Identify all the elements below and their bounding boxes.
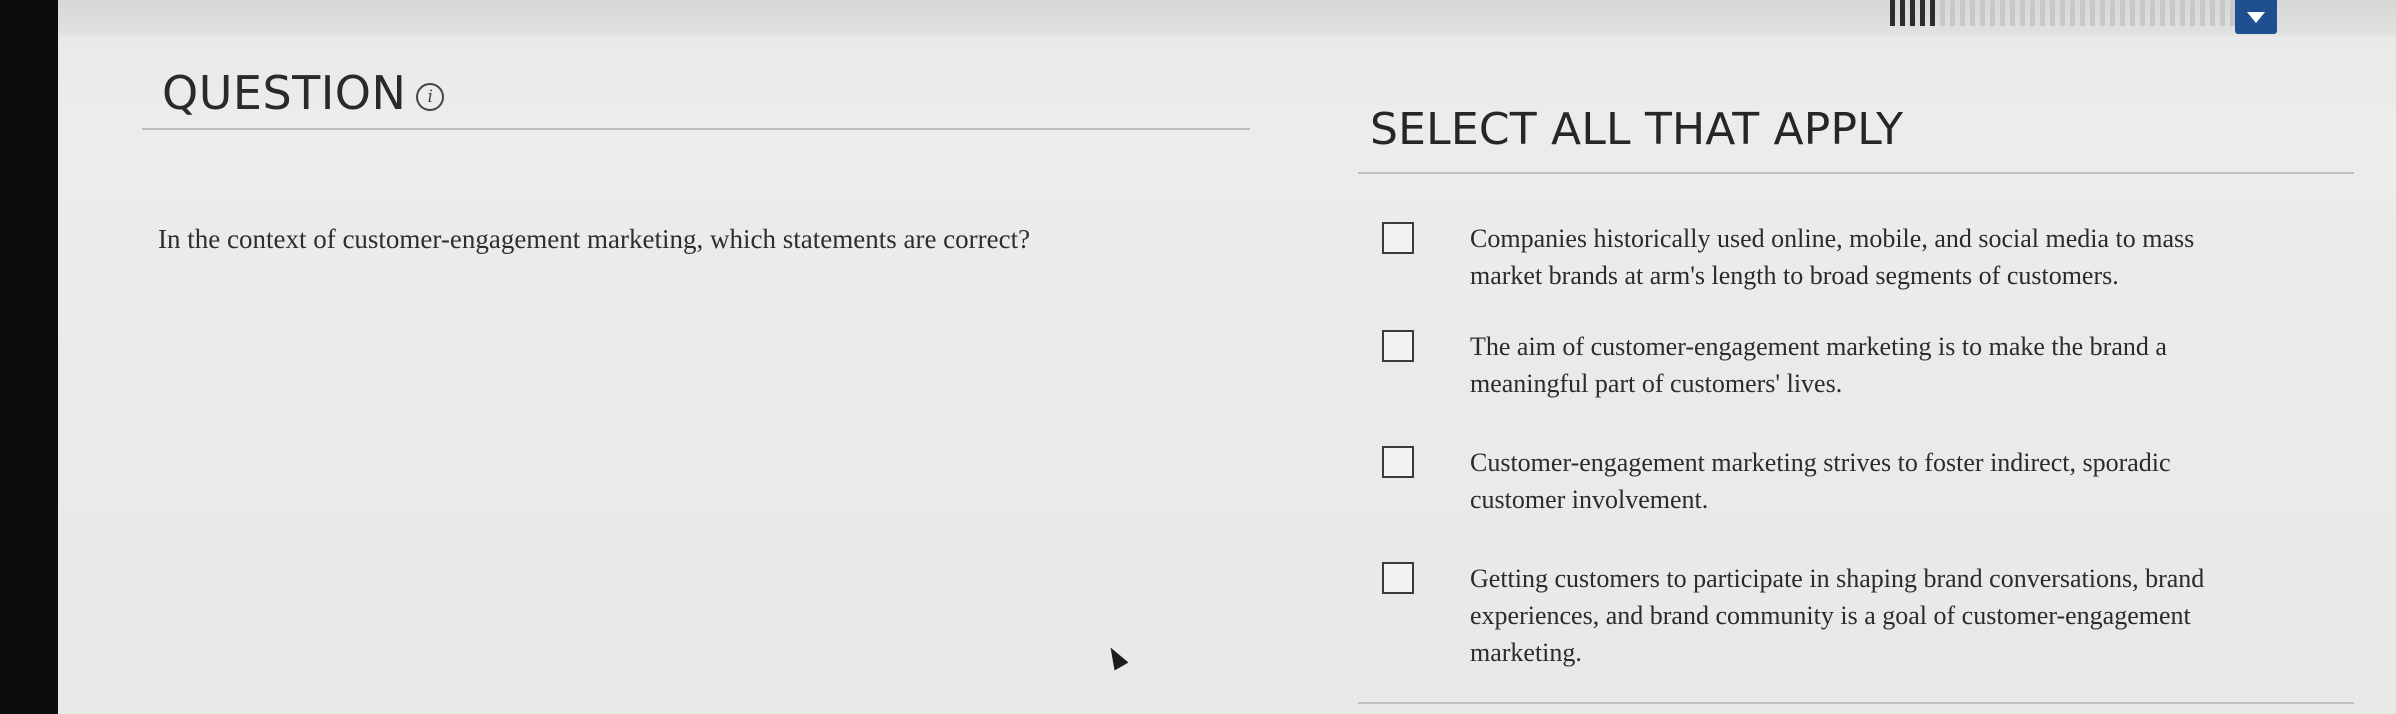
question-divider xyxy=(142,128,1250,130)
chevron-down-icon xyxy=(2247,11,2265,23)
progress-tick xyxy=(2120,0,2125,26)
progress-tick xyxy=(2020,0,2025,26)
progress-tick xyxy=(2110,0,2115,26)
progress-tick xyxy=(2030,0,2035,26)
progress-tick xyxy=(1940,0,1945,26)
dropdown-button[interactable] xyxy=(2235,0,2277,34)
progress-tick xyxy=(2000,0,2005,26)
select-all-heading: SELECT ALL THAT APPLY xyxy=(1370,104,1904,155)
progress-tick-complete xyxy=(1910,0,1915,26)
progress-tick xyxy=(2170,0,2175,26)
progress-tick xyxy=(1990,0,1995,26)
answer-label[interactable]: Customer-engagement marketing strives to… xyxy=(1470,444,2270,518)
progress-tick xyxy=(2100,0,2105,26)
answer-label[interactable]: Companies historically used online, mobi… xyxy=(1470,220,2270,294)
mouse-cursor-icon xyxy=(1103,643,1129,671)
info-icon[interactable]: i xyxy=(416,83,445,111)
progress-tick xyxy=(2160,0,2165,26)
progress-tick xyxy=(2190,0,2195,26)
progress-tick xyxy=(2040,0,2045,26)
top-bar xyxy=(58,0,2396,36)
progress-tick xyxy=(2140,0,2145,26)
progress-tick xyxy=(1960,0,1965,26)
progress-tick xyxy=(1950,0,1955,26)
progress-tick xyxy=(2200,0,2205,26)
progress-tick xyxy=(2130,0,2135,26)
answer-option[interactable]: Customer-engagement marketing strives to… xyxy=(1382,444,2302,518)
answers-bottom-divider xyxy=(1358,702,2354,704)
progress-tick xyxy=(2060,0,2065,26)
progress-tick xyxy=(2010,0,2015,26)
answer-option[interactable]: The aim of customer-engagement marketing… xyxy=(1382,328,2302,402)
answer-checkbox[interactable] xyxy=(1382,446,1414,478)
answers-divider xyxy=(1358,172,2354,174)
progress-tick xyxy=(2150,0,2155,26)
progress-tick xyxy=(2050,0,2055,26)
question-heading: QUESTION i xyxy=(162,66,445,120)
progress-tick xyxy=(1970,0,1975,26)
progress-tick xyxy=(2090,0,2095,26)
question-heading-label: QUESTION xyxy=(162,66,407,120)
question-text: In the context of customer-engagement ma… xyxy=(158,224,1031,254)
answer-checkbox[interactable] xyxy=(1382,222,1414,254)
answer-checkbox[interactable] xyxy=(1382,562,1414,594)
progress-tick xyxy=(2210,0,2215,26)
answer-option[interactable]: Companies historically used online, mobi… xyxy=(1382,220,2302,294)
progress-tick xyxy=(2080,0,2085,26)
answer-label[interactable]: Getting customers to participate in shap… xyxy=(1470,560,2270,671)
progress-indicator xyxy=(1890,0,2270,26)
progress-tick-complete xyxy=(1920,0,1925,26)
answer-checkbox[interactable] xyxy=(1382,330,1414,362)
progress-tick xyxy=(2070,0,2075,26)
answer-option[interactable]: Getting customers to participate in shap… xyxy=(1382,560,2302,671)
progress-tick-complete xyxy=(1930,0,1935,26)
quiz-screen: QUESTION i In the context of customer-en… xyxy=(58,0,2396,714)
progress-tick xyxy=(1980,0,1985,26)
progress-tick xyxy=(2180,0,2185,26)
progress-tick-complete xyxy=(1890,0,1895,26)
progress-tick-complete xyxy=(1900,0,1905,26)
answer-label[interactable]: The aim of customer-engagement marketing… xyxy=(1470,328,2270,402)
progress-tick xyxy=(2220,0,2225,26)
